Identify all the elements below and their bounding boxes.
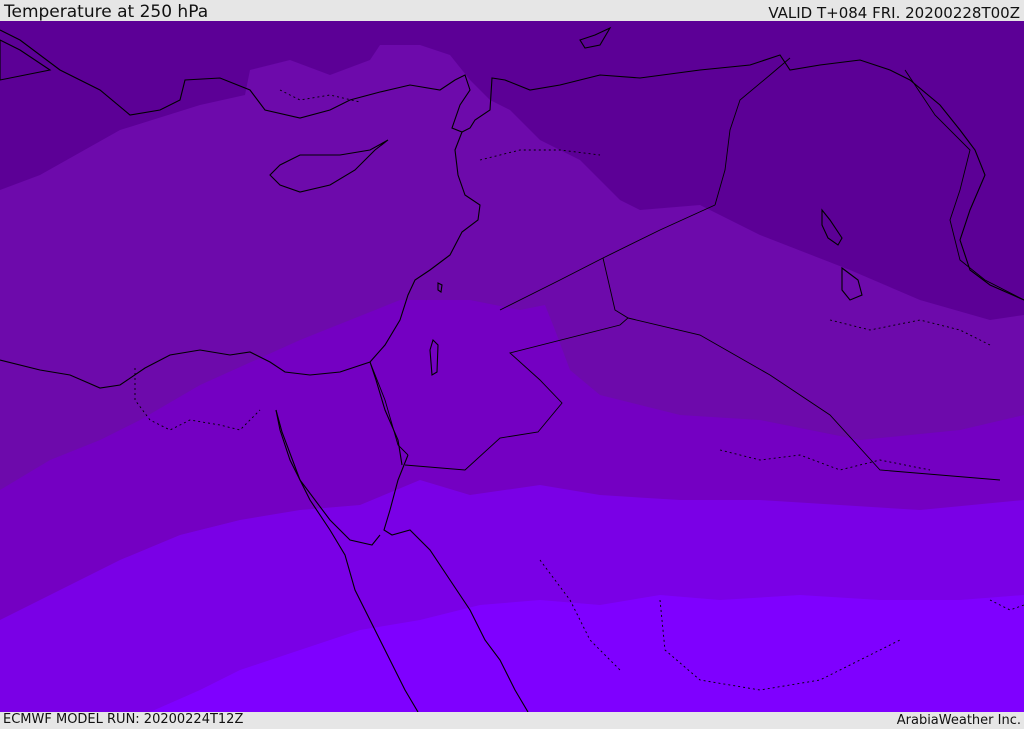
map-title: Temperature at 250 hPa [4,2,209,22]
valid-time: VALID T+084 FRI. 20200228T00Z [768,4,1020,22]
model-run: ECMWF MODEL RUN: 20200224T12Z [3,712,244,727]
temperature-map [0,21,1024,712]
header-bar: Temperature at 250 hPa VALID T+084 FRI. … [0,0,1024,22]
credit: ArabiaWeather Inc. [896,713,1021,728]
temperature-bands [0,21,1024,712]
footer-bar: ECMWF MODEL RUN: 20200224T12Z ArabiaWeat… [0,712,1024,729]
weather-map-frame: Temperature at 250 hPa VALID T+084 FRI. … [0,0,1024,729]
